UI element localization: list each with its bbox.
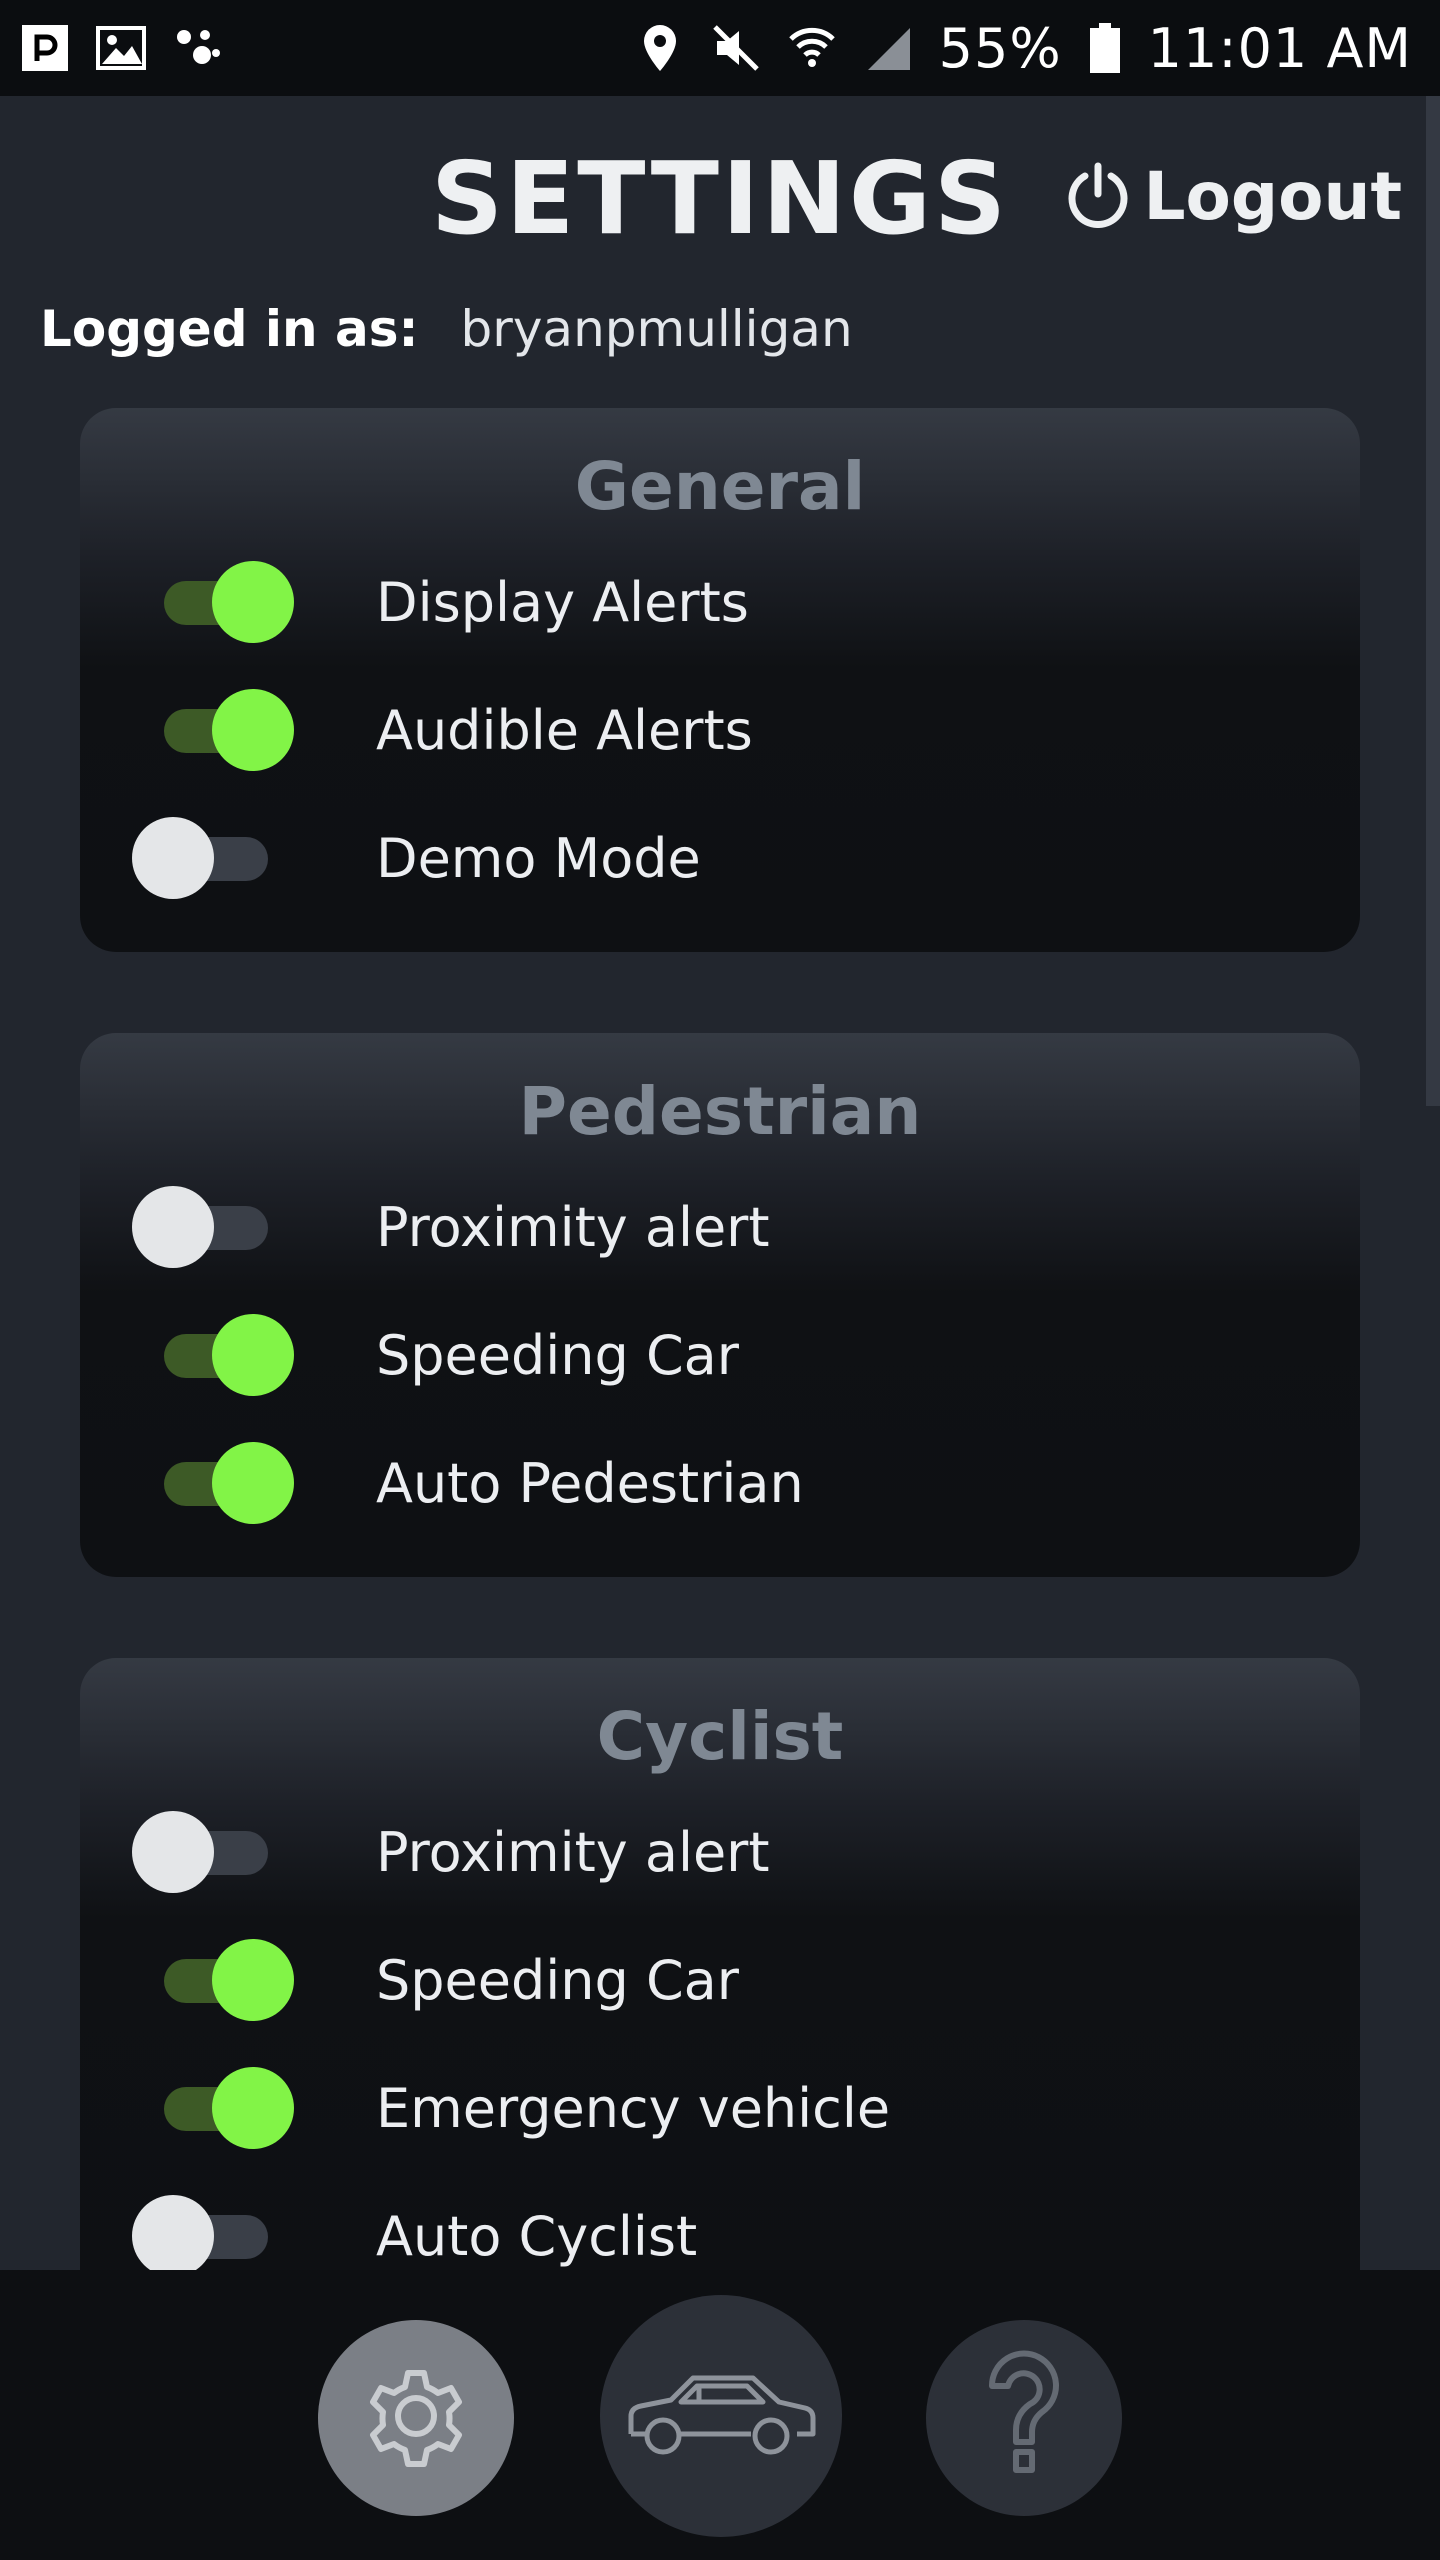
nav-settings-button[interactable]: [318, 2320, 514, 2516]
display-alerts-toggle[interactable]: [132, 561, 294, 643]
battery-icon: [1088, 23, 1122, 73]
pedestrian-proximity-toggle[interactable]: [132, 1186, 292, 1268]
clock: 11:01 AM: [1147, 16, 1412, 80]
pandora-icon: [20, 23, 70, 73]
location-icon: [635, 23, 685, 73]
setting-label: Speeding Car: [376, 1948, 739, 2012]
setting-row-cyclist-proximity: Proximity alert: [80, 1802, 1360, 1902]
setting-row-cyclist-speeding-car: Speeding Car: [80, 1930, 1360, 2030]
assistant-icon: [172, 23, 222, 73]
setting-label: Auto Pedestrian: [376, 1451, 804, 1515]
setting-row-auto-pedestrian: Auto Pedestrian: [80, 1433, 1360, 1533]
demo-mode-toggle[interactable]: [132, 817, 292, 899]
signal-icon: [863, 23, 913, 73]
username: bryanpmulligan: [460, 300, 853, 358]
gear-icon: [351, 2351, 481, 2485]
auto-cyclist-toggle[interactable]: [132, 2195, 292, 2277]
setting-label: Display Alerts: [376, 570, 749, 634]
setting-row-display-alerts: Display Alerts: [80, 552, 1360, 652]
question-icon: [974, 2346, 1074, 2490]
gallery-icon: [96, 23, 146, 73]
nav-car-button[interactable]: [600, 2295, 842, 2537]
mute-icon: [711, 23, 761, 73]
section-title: Cyclist: [596, 1698, 844, 1775]
emergency-vehicle-toggle[interactable]: [132, 2067, 294, 2149]
status-bar: 55% 11:01 AM: [0, 0, 1440, 96]
nav-help-button[interactable]: [926, 2320, 1122, 2516]
setting-label: Audible Alerts: [376, 698, 753, 762]
auto-pedestrian-toggle[interactable]: [132, 1442, 294, 1524]
header: SETTINGS Logout: [0, 96, 1440, 306]
setting-row-demo-mode: Demo Mode: [80, 808, 1360, 908]
section-cyclist: Cyclist Proximity alert Speeding Car Eme…: [80, 1658, 1360, 2358]
section-title: General: [574, 448, 866, 525]
setting-label: Emergency vehicle: [376, 2076, 891, 2140]
setting-row-emergency-vehicle: Emergency vehicle: [80, 2058, 1360, 2158]
account-info: Logged in as: bryanpmulligan: [40, 300, 853, 358]
setting-label: Proximity alert: [376, 1195, 770, 1259]
audible-alerts-toggle[interactable]: [132, 689, 294, 771]
section-title: Pedestrian: [518, 1073, 922, 1150]
cyclist-proximity-toggle[interactable]: [132, 1811, 292, 1893]
section-pedestrian: Pedestrian Proximity alert Speeding Car …: [80, 1033, 1360, 1577]
car-icon: [621, 2364, 821, 2468]
setting-row-pedestrian-proximity: Proximity alert: [80, 1177, 1360, 1277]
battery-percent: 55%: [938, 16, 1062, 80]
cyclist-speeding-car-toggle[interactable]: [132, 1939, 294, 2021]
setting-label: Auto Cyclist: [376, 2204, 698, 2268]
section-general: General Display Alerts Audible Alerts De…: [80, 408, 1360, 952]
bottom-nav: [0, 2270, 1440, 2560]
setting-row-pedestrian-speeding-car: Speeding Car: [80, 1305, 1360, 1405]
setting-row-audible-alerts: Audible Alerts: [80, 680, 1360, 780]
logout-button[interactable]: Logout: [1065, 158, 1402, 235]
logged-in-label: Logged in as:: [40, 300, 419, 358]
pedestrian-speeding-car-toggle[interactable]: [132, 1314, 294, 1396]
power-icon: [1065, 162, 1131, 232]
setting-label: Speeding Car: [376, 1323, 739, 1387]
wifi-icon: [787, 23, 837, 73]
setting-label: Demo Mode: [376, 826, 701, 890]
setting-label: Proximity alert: [376, 1820, 770, 1884]
logout-label: Logout: [1143, 158, 1402, 235]
